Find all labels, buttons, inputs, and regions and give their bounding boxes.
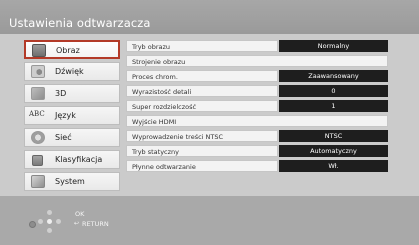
system-icon (31, 175, 45, 188)
sidebar-item-dzwiek[interactable]: Dźwięk (24, 62, 120, 81)
sidebar-item-klasyfikacja[interactable]: Klasyfikacja (24, 150, 120, 169)
dpad-icon (38, 210, 62, 234)
sidebar-item-label: System (55, 177, 85, 186)
setting-row-wyjscie-hdmi[interactable]: Wyjście HDMI (126, 115, 388, 127)
sidebar-item-obraz[interactable]: Obraz (24, 40, 120, 59)
return-hint: RETURN (82, 220, 109, 228)
setting-label: Strojenie obrazu (126, 55, 388, 67)
setting-value[interactable]: Automatyczny (279, 145, 388, 157)
setting-label: Super rozdzielczość (126, 100, 278, 112)
setting-row-super-rozdzielczosc[interactable]: Super rozdzielczość 1 (126, 100, 388, 112)
ok-hint: OK (75, 210, 85, 218)
setting-row-plynne-odtwarzanie[interactable]: Płynne odtwarzanie Wł. (126, 160, 388, 172)
sidebar-item-3d[interactable]: 3D (24, 84, 120, 103)
picture-icon (32, 44, 46, 57)
header-bar: Ustawienia odtwarzacza (0, 0, 419, 34)
setting-value[interactable]: 0 (279, 85, 388, 97)
return-arrow-icon: ↩ (74, 220, 80, 227)
return-icon (29, 221, 36, 228)
setting-label: Proces chrom. (126, 70, 278, 82)
sidebar-item-label: Klasyfikacja (55, 155, 103, 164)
lock-icon (32, 155, 43, 166)
sidebar-item-label: Dźwięk (55, 67, 84, 76)
sidebar-item-system[interactable]: System (24, 172, 120, 191)
network-icon (31, 131, 45, 144)
setting-row-wyrazistosc-detali[interactable]: Wyrazistość detali 0 (126, 85, 388, 97)
sidebar-item-label: 3D (55, 89, 67, 98)
footer-bar: OK ↩ RETURN (0, 196, 419, 245)
sidebar-item-label: Język (55, 111, 76, 120)
settings-list: Tryb obrazu Normalny Strojenie obrazu Pr… (126, 40, 388, 190)
page-title: Ustawienia odtwarzacza (9, 16, 151, 30)
3d-glasses-icon (31, 87, 45, 100)
setting-row-tryb-statyczny[interactable]: Tryb statyczny Automatyczny (126, 145, 388, 157)
setting-value[interactable]: Wł. (279, 160, 388, 172)
setting-label: Płynne odtwarzanie (126, 160, 278, 172)
setting-value[interactable]: Normalny (279, 40, 388, 52)
setting-value[interactable]: NTSC (279, 130, 388, 142)
settings-screen: Ustawienia odtwarzacza Obraz Dźwięk 3D A… (0, 0, 419, 245)
main-area: Obraz Dźwięk 3D ABC Język Sieć Klasyfika… (0, 34, 419, 196)
speaker-icon (31, 65, 45, 78)
setting-row-proces-chrom[interactable]: Proces chrom. Zaawansowany (126, 70, 388, 82)
setting-row-wyprowadzenie-ntsc[interactable]: Wyprowadzenie treści NTSC NTSC (126, 130, 388, 142)
setting-label: Wyrazistość detali (126, 85, 278, 97)
setting-row-tryb-obrazu[interactable]: Tryb obrazu Normalny (126, 40, 388, 52)
sidebar-item-label: Obraz (56, 46, 80, 55)
setting-label: Tryb obrazu (126, 40, 278, 52)
sidebar-item-label: Sieć (55, 133, 72, 142)
sidebar-item-jezyk[interactable]: ABC Język (24, 106, 120, 125)
setting-label: Wyprowadzenie treści NTSC (126, 130, 278, 142)
setting-value[interactable]: Zaawansowany (279, 70, 388, 82)
setting-row-strojenie-obrazu[interactable]: Strojenie obrazu (126, 55, 388, 67)
setting-label: Tryb statyczny (126, 145, 278, 157)
abc-language-icon: ABC (29, 110, 45, 118)
sidebar-item-siec[interactable]: Sieć (24, 128, 120, 147)
sidebar: Obraz Dźwięk 3D ABC Język Sieć Klasyfika… (14, 40, 124, 196)
setting-value[interactable]: 1 (279, 100, 388, 112)
setting-label: Wyjście HDMI (126, 115, 388, 127)
